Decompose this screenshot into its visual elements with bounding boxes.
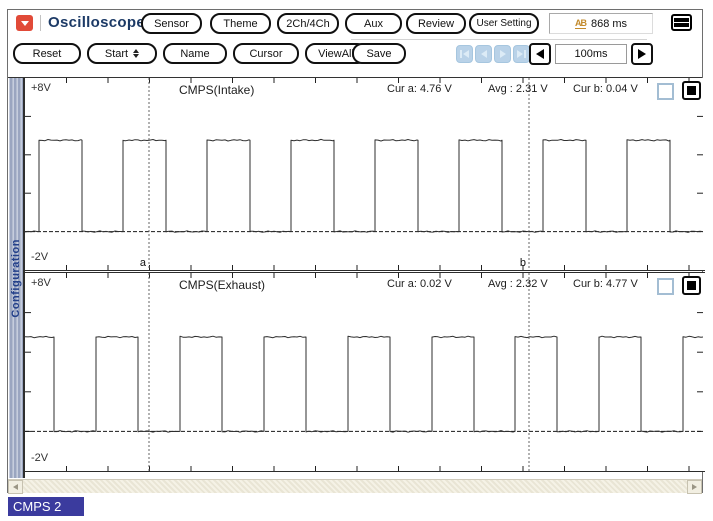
horizontal-scrollbar[interactable] xyxy=(8,479,702,494)
aux-button[interactable]: Aux xyxy=(345,13,402,34)
average-readout: Avg : 2.32 V xyxy=(488,278,548,290)
step-forward-icon xyxy=(499,50,506,58)
cursor-a-readout: Cur a: 0.02 V xyxy=(387,278,452,290)
page-title: Oscilloscope xyxy=(48,14,145,31)
left-triangle-icon xyxy=(536,49,544,59)
y-max-label: +8V xyxy=(31,82,51,94)
cursor-b-readout: Cur b: 0.04 V xyxy=(573,83,638,95)
status-badge: CMPS 2 xyxy=(8,497,84,516)
toolbar-divider-line xyxy=(351,39,647,40)
channel-visibility-checkbox[interactable] xyxy=(657,83,674,100)
channel-title: CMPS(Exhaust) xyxy=(179,278,266,292)
step-back-icon xyxy=(480,50,487,58)
channel-visibility-checkbox[interactable] xyxy=(657,278,674,295)
channel-color-swatch xyxy=(687,86,696,95)
waveform-exhaust xyxy=(25,273,703,471)
channel-panel-exhaust: +8V CMPS(Exhaust) Cur a: 0.02 V Avg : 2.… xyxy=(25,272,705,472)
configuration-sidebar-tab[interactable]: Configuration xyxy=(9,78,25,478)
svg-text:b: b xyxy=(520,257,526,269)
nav-skip-last-button[interactable] xyxy=(513,45,530,63)
cursor-b-readout: Cur b: 4.77 V xyxy=(573,278,638,290)
channel-color-button[interactable] xyxy=(682,81,701,100)
scroll-left-button[interactable] xyxy=(8,480,23,494)
stacked-bars-menu-icon[interactable] xyxy=(671,14,692,31)
y-min-label: -2V xyxy=(31,452,49,464)
timebase-increase-button[interactable] xyxy=(631,43,653,65)
sensor-button[interactable]: Sensor xyxy=(141,13,202,34)
timebase-value: 100ms xyxy=(555,44,627,64)
svg-text:a: a xyxy=(140,257,147,269)
channel-panel-intake: ab +8V CMPS(Intake) Cur a: 4.76 V Avg : … xyxy=(25,78,705,271)
y-max-label: +8V xyxy=(31,277,51,289)
nav-step-back-button[interactable] xyxy=(475,45,492,63)
name-button[interactable]: Name xyxy=(163,43,227,64)
nav-step-forward-button[interactable] xyxy=(494,45,511,63)
oscilloscope-window: Oscilloscope Sensor Theme 2Ch/4Ch Aux Re… xyxy=(7,9,705,494)
scroll-right-button[interactable] xyxy=(687,480,702,494)
a-b-cursor-delta-icon: AB xyxy=(574,17,587,29)
ab-time-display: AB 868 ms xyxy=(549,13,653,34)
channel-title: CMPS(Intake) xyxy=(179,83,255,97)
review-button[interactable]: Review xyxy=(406,13,466,34)
channel-color-swatch xyxy=(687,281,696,290)
right-triangle-icon xyxy=(692,484,697,490)
app-dropdown-icon[interactable] xyxy=(16,15,33,31)
left-triangle-icon xyxy=(13,484,18,490)
menu-bar-glyph xyxy=(674,17,689,22)
start-button[interactable]: Start xyxy=(87,43,157,64)
skip-last-icon xyxy=(517,50,523,58)
skip-first-icon xyxy=(463,50,469,58)
user-setting-button[interactable]: User Setting xyxy=(469,13,539,34)
start-spinner-icon xyxy=(133,49,140,58)
menu-bar-glyph xyxy=(674,23,689,28)
cursor-button[interactable]: Cursor xyxy=(233,43,299,64)
title-divider xyxy=(40,15,41,31)
average-readout: Avg : 2.31 V xyxy=(488,83,548,95)
reset-button[interactable]: Reset xyxy=(13,43,81,64)
waveform-intake: ab xyxy=(25,78,703,270)
cursor-a-readout: Cur a: 4.76 V xyxy=(387,83,452,95)
nav-skip-first-button[interactable] xyxy=(456,45,473,63)
save-button[interactable]: Save xyxy=(352,43,406,64)
ab-time-value: 868 ms xyxy=(590,17,628,30)
timebase-decrease-button[interactable] xyxy=(529,43,551,65)
down-triangle-icon xyxy=(20,20,29,26)
right-triangle-icon xyxy=(638,49,646,59)
channel-mode-button[interactable]: 2Ch/4Ch xyxy=(277,13,339,34)
configuration-label: Configuration xyxy=(10,238,22,318)
channel-color-button[interactable] xyxy=(682,276,701,295)
start-button-label: Start xyxy=(104,47,129,60)
y-min-label: -2V xyxy=(31,251,49,263)
theme-button[interactable]: Theme xyxy=(210,13,271,34)
